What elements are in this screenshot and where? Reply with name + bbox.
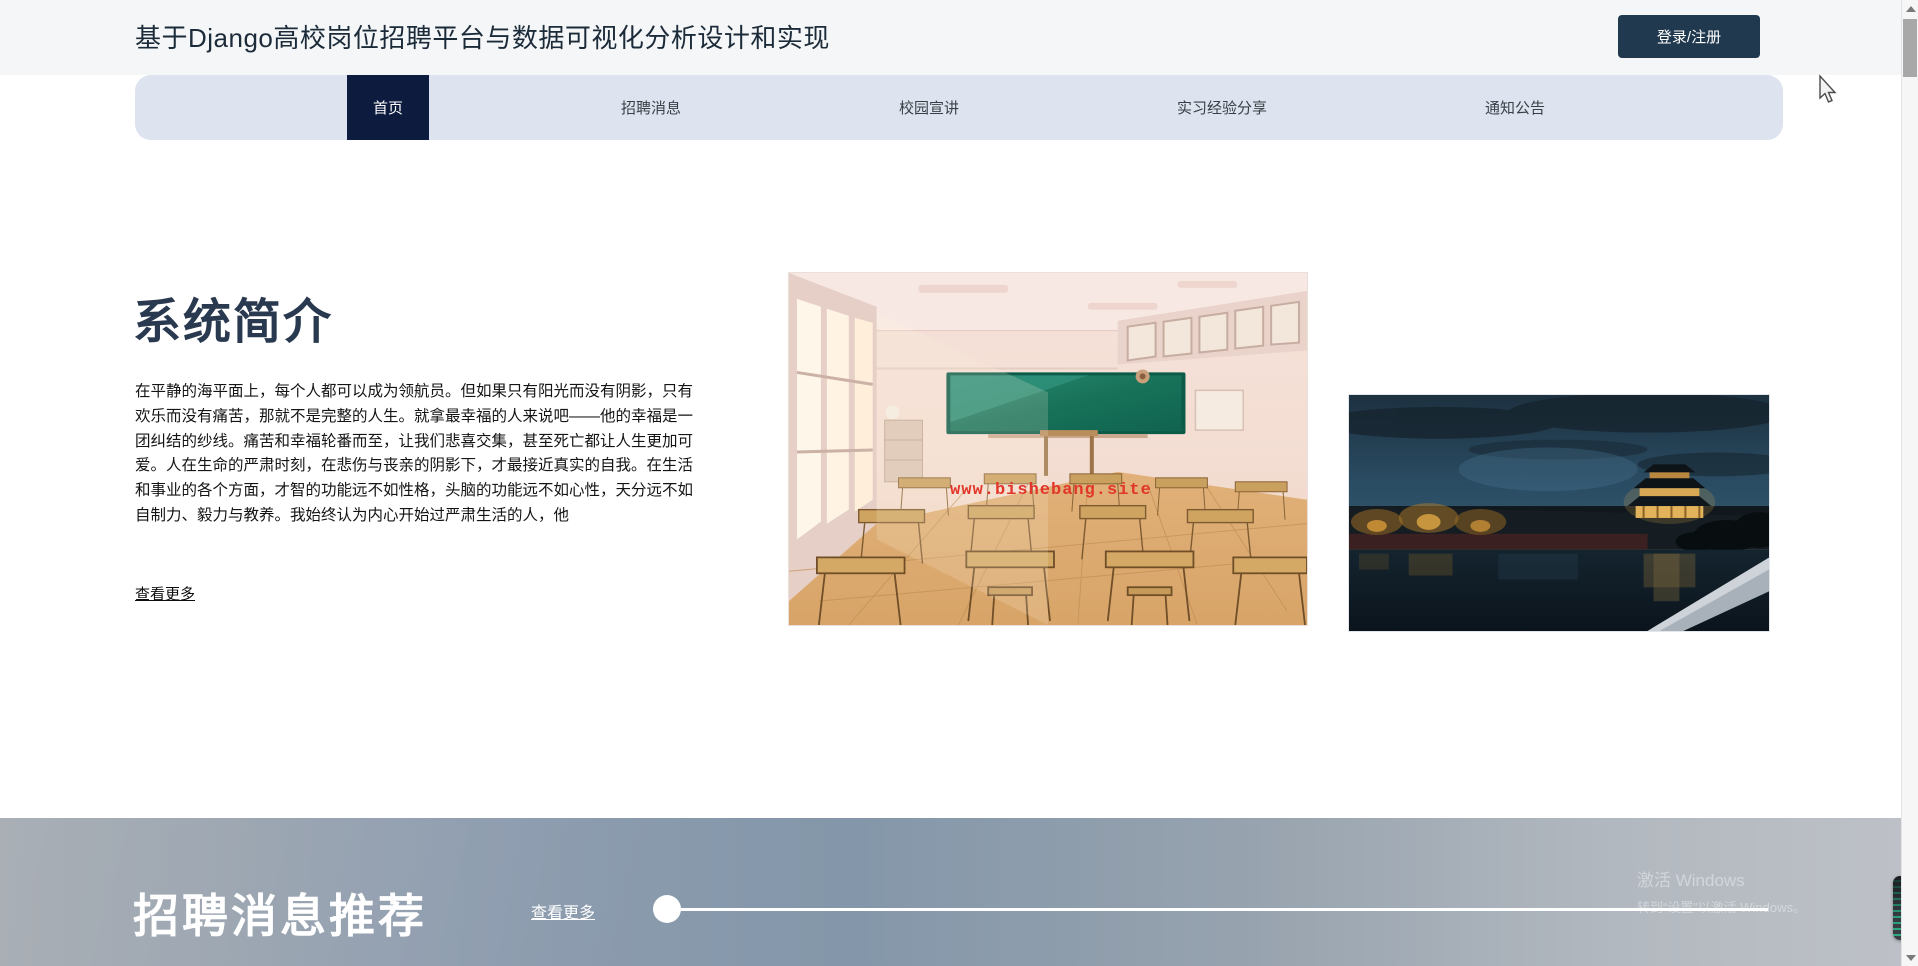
jobs-recommend-section: 招聘消息推荐 查看更多 激活 Windows 转到“设置”以激活 Windows…	[0, 818, 1901, 966]
nav-tab-home[interactable]: 首页	[347, 75, 429, 140]
palace-night-image	[1348, 394, 1770, 632]
classroom-illustration	[789, 273, 1307, 625]
scrollbar-thumb[interactable]	[1903, 19, 1917, 77]
windows-activation-watermark: 激活 Windows 转到“设置”以激活 Windows。	[1637, 866, 1806, 916]
intro-section-title: 系统简介	[133, 282, 333, 352]
scrollbar-up-arrow[interactable]	[1902, 0, 1918, 17]
windows-activation-line2: 转到“设置”以激活 Windows。	[1637, 897, 1806, 916]
jobs-section-title: 招聘消息推荐	[133, 880, 427, 946]
nav-tab-recruit-news[interactable]: 招聘消息	[595, 75, 707, 140]
header: 基于Django高校岗位招聘平台与数据可视化分析设计和实现 登录/注册	[0, 0, 1901, 75]
carousel-slider-handle[interactable]	[653, 895, 681, 923]
windows-activation-line1: 激活 Windows	[1637, 866, 1806, 891]
carousel-slider-track[interactable]	[667, 908, 1768, 911]
palace-night-illustration	[1349, 395, 1769, 631]
vertical-scrollbar[interactable]	[1901, 0, 1918, 966]
jobs-view-more-link[interactable]: 查看更多	[531, 899, 595, 923]
image-watermark-text: www.bishebang.site	[881, 481, 1221, 500]
main-nav: 首页 招聘消息 校园宣讲 实习经验分享 通知公告	[135, 75, 1783, 140]
nav-tab-internship-sharing[interactable]: 实习经验分享	[1151, 75, 1293, 140]
intro-view-more-link[interactable]: 查看更多	[135, 583, 195, 604]
classroom-image: www.bishebang.site	[788, 272, 1308, 626]
page: 基于Django高校岗位招聘平台与数据可视化分析设计和实现 登录/注册 首页 招…	[0, 0, 1918, 966]
mouse-cursor-icon	[1816, 74, 1838, 106]
intro-paragraph: 在平静的海平面上，每个人都可以成为领航员。但如果只有阳光而没有阴影，只有欢乐而没…	[135, 380, 703, 529]
login-register-button[interactable]: 登录/注册	[1618, 15, 1760, 58]
nav-tab-notices[interactable]: 通知公告	[1459, 75, 1571, 140]
nav-tab-campus-talks[interactable]: 校园宣讲	[873, 75, 985, 140]
scrollbar-down-arrow[interactable]	[1902, 949, 1918, 966]
site-title: 基于Django高校岗位招聘平台与数据可视化分析设计和实现	[135, 18, 830, 55]
